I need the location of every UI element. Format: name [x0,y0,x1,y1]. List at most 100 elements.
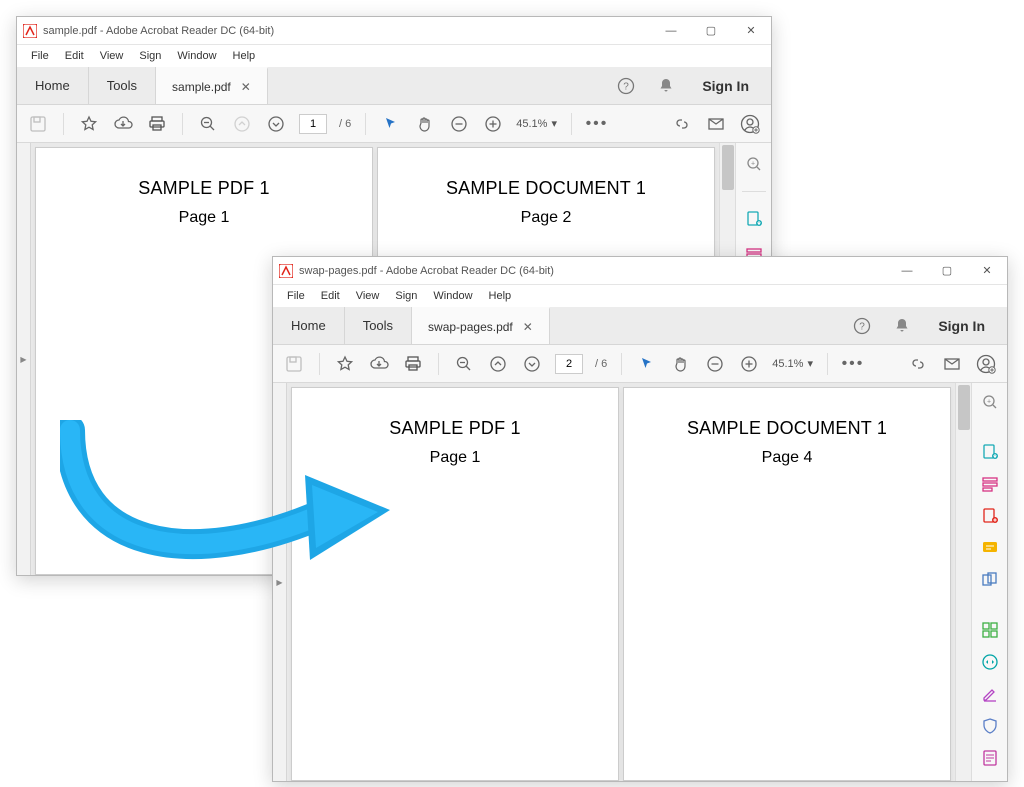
account-icon[interactable] [739,113,761,135]
share-link-icon[interactable] [907,353,929,375]
fill-sign-icon[interactable] [979,685,1001,703]
print-icon[interactable] [402,353,424,375]
search-icon[interactable]: + [979,393,1001,411]
menu-file[interactable]: File [281,288,311,304]
zoom-in-icon[interactable] [738,353,760,375]
menubar: File Edit View Sign Window Help [273,285,1007,307]
zoom-level-dropdown[interactable]: 45.1%▾ [516,117,557,130]
menu-window[interactable]: Window [171,48,222,64]
chevron-down-icon: ▾ [551,117,557,130]
menu-help[interactable]: Help [227,48,262,64]
page-up-icon[interactable] [231,113,253,135]
window-title: sample.pdf - Adobe Acrobat Reader DC (64… [43,25,651,37]
left-panel-expander[interactable]: ▶ [273,383,287,781]
menu-edit[interactable]: Edit [59,48,90,64]
cloud-icon[interactable] [368,353,390,375]
save-icon[interactable] [283,353,305,375]
page-number-input[interactable] [299,114,327,134]
vertical-scrollbar[interactable] [955,383,971,781]
menu-edit[interactable]: Edit [315,288,346,304]
star-icon[interactable] [78,113,100,135]
page-1-heading: SAMPLE PDF 1 [308,418,602,439]
menu-file[interactable]: File [25,48,55,64]
minimize-button[interactable]: — [887,257,927,285]
zoom-level-dropdown[interactable]: 45.1%▾ [772,357,813,370]
close-button[interactable]: ✕ [731,17,771,45]
sign-in-button[interactable]: Sign In [930,318,993,334]
zoom-out-find-icon[interactable] [197,113,219,135]
menu-sign[interactable]: Sign [389,288,423,304]
tab-document-label: sample.pdf [172,80,231,94]
mail-icon[interactable] [941,353,963,375]
page-1: SAMPLE PDF 1 Page 1 [291,387,619,781]
combine-files-icon[interactable] [979,571,1001,589]
help-icon[interactable]: ? [850,314,874,338]
tab-home[interactable]: Home [273,307,345,344]
minimize-button[interactable]: — [651,17,691,45]
svg-text:+: + [986,399,990,406]
more-icon[interactable]: ••• [586,113,608,135]
bell-icon[interactable] [890,314,914,338]
page-1-subheading: Page 1 [308,449,602,467]
compress-pdf-icon[interactable] [979,653,1001,671]
maximize-button[interactable]: ▢ [927,257,967,285]
mail-icon[interactable] [705,113,727,135]
sign-in-button[interactable]: Sign In [694,78,757,94]
tab-document-label: swap-pages.pdf [428,320,513,334]
protect-icon[interactable] [979,717,1001,735]
left-panel-expander[interactable]: ▶ [17,143,31,575]
svg-text:+: + [750,161,754,168]
organize-pages-icon[interactable] [979,621,1001,639]
edit-pdf-icon[interactable] [979,475,1001,493]
tabstrip: Home Tools swap-pages.pdf ✕ ? Sign In [273,307,1007,345]
redact-icon[interactable] [979,749,1001,767]
zoom-out-icon[interactable] [448,113,470,135]
zoom-in-icon[interactable] [482,113,504,135]
page-down-icon[interactable] [521,353,543,375]
menu-sign[interactable]: Sign [133,48,167,64]
search-icon[interactable]: + [743,153,765,175]
tab-close-icon[interactable]: ✕ [523,320,533,334]
cloud-icon[interactable] [112,113,134,135]
page-view[interactable]: SAMPLE PDF 1 Page 1 SAMPLE DOCUMENT 1 Pa… [287,383,955,781]
account-icon[interactable] [975,353,997,375]
toolbar: / 6 45.1%▾ ••• [273,345,1007,383]
select-tool-icon[interactable] [636,353,658,375]
create-pdf-icon[interactable] [979,507,1001,525]
share-link-icon[interactable] [671,113,693,135]
zoom-out-find-icon[interactable] [453,353,475,375]
page-2-heading: SAMPLE DOCUMENT 1 [640,418,934,439]
star-icon[interactable] [334,353,356,375]
page-up-icon[interactable] [487,353,509,375]
select-tool-icon[interactable] [380,113,402,135]
more-icon[interactable]: ••• [842,353,864,375]
comment-icon[interactable] [979,539,1001,557]
help-icon[interactable]: ? [614,74,638,98]
print-icon[interactable] [146,113,168,135]
page-1-heading: SAMPLE PDF 1 [52,178,356,199]
menu-help[interactable]: Help [483,288,518,304]
maximize-button[interactable]: ▢ [691,17,731,45]
close-button[interactable]: ✕ [967,257,1007,285]
tab-tools[interactable]: Tools [345,307,412,344]
zoom-out-icon[interactable] [704,353,726,375]
hand-tool-icon[interactable] [414,113,436,135]
hand-tool-icon[interactable] [670,353,692,375]
tabstrip: Home Tools sample.pdf ✕ ? Sign In [17,67,771,105]
export-pdf-icon[interactable] [979,443,1001,461]
page-number-input[interactable] [555,354,583,374]
page-down-icon[interactable] [265,113,287,135]
tab-tools[interactable]: Tools [89,67,156,104]
tab-document[interactable]: sample.pdf ✕ [156,67,268,104]
page-total-label: / 6 [595,358,607,370]
menu-window[interactable]: Window [427,288,478,304]
save-icon[interactable] [27,113,49,135]
tab-document[interactable]: swap-pages.pdf ✕ [412,307,550,344]
titlebar: swap-pages.pdf - Adobe Acrobat Reader DC… [273,257,1007,285]
menu-view[interactable]: View [94,48,130,64]
tab-close-icon[interactable]: ✕ [241,80,251,94]
tab-home[interactable]: Home [17,67,89,104]
menu-view[interactable]: View [350,288,386,304]
export-pdf-icon[interactable] [743,208,765,230]
bell-icon[interactable] [654,74,678,98]
